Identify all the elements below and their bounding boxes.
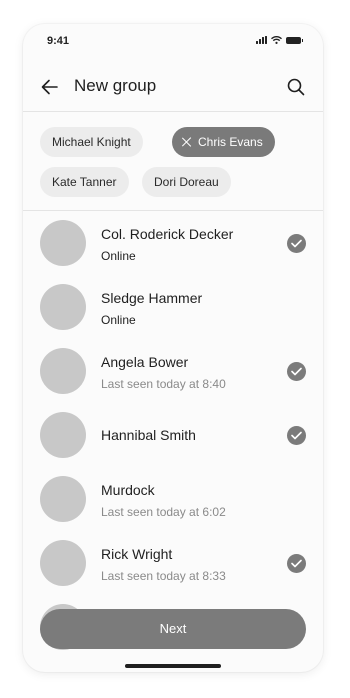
status-time: 9:41 [47, 35, 70, 47]
avatar [40, 412, 86, 458]
signal-icon [256, 36, 267, 44]
page-title: New group [74, 76, 157, 95]
phone-frame: 9:41 New group Michael Knight Chris Evan… [23, 24, 323, 672]
checkmark-icon[interactable] [287, 554, 306, 573]
contact-name: Angela Bower [101, 354, 189, 370]
chip-dori-doreau[interactable]: Dori Doreau [142, 167, 231, 197]
contact-row[interactable]: Rick Wright Last seen today at 8:33 [23, 532, 323, 596]
contact-name: Murdock [101, 482, 155, 498]
contact-row[interactable]: Hannibal Smith [23, 404, 323, 468]
chip-label: Chris Evans [198, 135, 263, 149]
contact-name: Hannibal Smith [101, 427, 196, 443]
contact-name: Rick Wright [101, 546, 173, 562]
chip-label: Kate Tanner [52, 175, 117, 189]
contact-status: Last seen today at 8:33 [101, 569, 226, 583]
checkmark-icon[interactable] [287, 362, 306, 381]
back-button[interactable] [39, 76, 61, 98]
contact-status: Online [101, 249, 136, 263]
wifi-icon [271, 36, 282, 44]
status-bar: 9:41 [23, 24, 323, 60]
search-button[interactable] [285, 76, 307, 98]
contact-status: Last seen today at 8:40 [101, 377, 226, 391]
avatar [40, 476, 86, 522]
remove-icon[interactable] [182, 137, 192, 147]
next-button[interactable]: Next [40, 609, 306, 649]
status-icons [256, 36, 303, 44]
chip-label: Michael Knight [52, 135, 131, 149]
checkmark-icon[interactable] [287, 234, 306, 253]
contact-status: Online [101, 313, 136, 327]
contact-row[interactable]: Col. Roderick Decker Online [23, 212, 323, 276]
checkmark-icon[interactable] [287, 426, 306, 445]
chip-chris-evans[interactable]: Chris Evans [172, 127, 275, 157]
contact-list: Col. Roderick Decker Online Sledge Hamme… [23, 212, 323, 672]
chip-michael-knight[interactable]: Michael Knight [40, 127, 143, 157]
home-indicator [125, 664, 221, 668]
contact-row[interactable]: Murdock Last seen today at 6:02 [23, 468, 323, 532]
search-icon [287, 78, 305, 96]
contact-row[interactable]: Angela Bower Last seen today at 8:40 [23, 340, 323, 404]
contact-name: Col. Roderick Decker [101, 226, 234, 242]
avatar [40, 220, 86, 266]
avatar [40, 284, 86, 330]
selected-members: Michael Knight Chris Evans Kate Tanner D… [23, 113, 323, 211]
chip-kate-tanner[interactable]: Kate Tanner [40, 167, 129, 197]
app-header: New group [23, 60, 323, 112]
contact-status: Last seen today at 6:02 [101, 505, 226, 519]
arrow-left-icon [41, 79, 58, 95]
avatar [40, 540, 86, 586]
chip-label: Dori Doreau [154, 175, 219, 189]
contact-name: Sledge Hammer [101, 290, 203, 306]
contact-row[interactable]: Sledge Hammer Online [23, 276, 323, 340]
battery-icon [286, 36, 303, 44]
avatar [40, 348, 86, 394]
